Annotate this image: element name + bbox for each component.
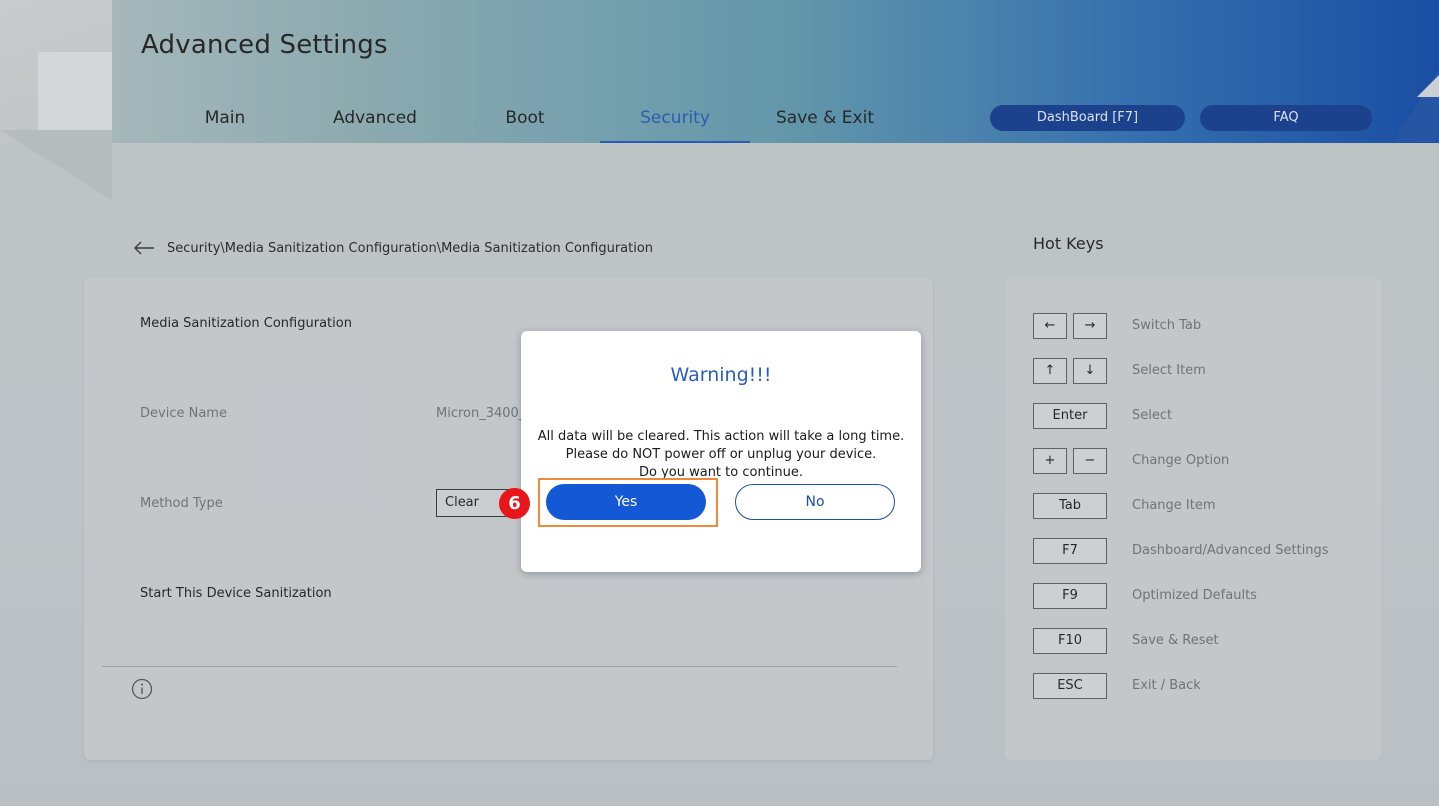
dialog-message-line-2: Please do NOT power off or unplug your d…: [565, 447, 877, 462]
dialog-message-line-1: All data will be cleared. This action wi…: [537, 429, 905, 444]
warning-dialog: Warning!!! All data will be cleared. Thi…: [521, 331, 921, 572]
dialog-message: All data will be cleared. This action wi…: [521, 428, 921, 482]
no-button[interactable]: No: [735, 484, 895, 520]
dialog-title: Warning!!!: [670, 364, 772, 386]
step-number-badge: 6: [499, 488, 530, 519]
yes-button-highlight: [538, 478, 718, 527]
